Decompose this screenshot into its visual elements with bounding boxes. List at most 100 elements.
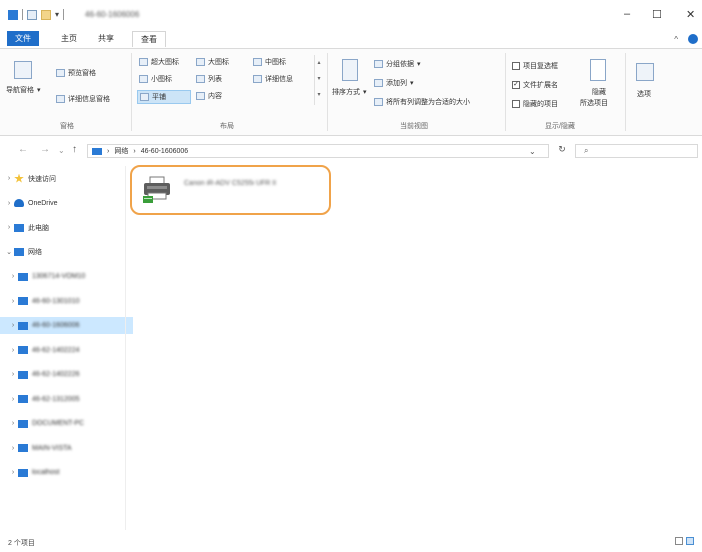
maximize-button[interactable]: ☐ xyxy=(652,8,662,21)
checkbox-icon xyxy=(512,62,520,70)
tab-share[interactable]: 共享 xyxy=(90,31,122,46)
sort-by-label: 排序方式 xyxy=(332,89,360,96)
ribbon: 导航窗格 ▾ 预览窗格 详细信息窗格 窗格 超大图标 大图标 中图标 小图标 列表… xyxy=(0,48,702,136)
tab-home[interactable]: 主页 xyxy=(53,31,85,46)
options-button[interactable]: 选项 xyxy=(637,89,651,99)
layout-medium-icons[interactable]: 中图标 xyxy=(253,57,286,67)
help-icon[interactable] xyxy=(688,34,698,44)
nav-tree-label: 46-60-1301010 xyxy=(32,297,80,305)
nav-tree-item[interactable]: › 46-60-1606006 xyxy=(0,317,133,334)
minimize-button[interactable]: – xyxy=(624,8,630,20)
back-button[interactable]: ← xyxy=(18,144,28,155)
network-icon xyxy=(92,147,102,155)
chevron-right-icon[interactable]: › xyxy=(4,224,14,231)
navigation-pane: › 快速访问 › OneDrive › 此电脑 ⌄ 网络 › 1306714-VOM10 › 46-6… xyxy=(0,170,133,530)
new-folder-icon[interactable] xyxy=(41,9,51,20)
close-button[interactable]: ✕ xyxy=(686,8,695,21)
chevron-right-icon[interactable]: › xyxy=(8,371,18,378)
nav-tree-item[interactable]: › 46-62-1312005 xyxy=(0,391,133,408)
preview-pane-button[interactable]: 预览窗格 xyxy=(56,68,96,78)
sort-by-button[interactable]: 排序方式 ▾ xyxy=(332,87,367,97)
qa-separator xyxy=(22,9,23,20)
explorer-icon xyxy=(8,9,18,20)
large-icons-view-icon[interactable] xyxy=(686,537,694,545)
size-all-columns-button[interactable]: 将所有列调整为合适的大小 xyxy=(374,97,470,107)
nav-tree-item[interactable]: › MAIN-VISTA xyxy=(0,440,133,457)
chevron-right-icon[interactable]: › xyxy=(8,347,18,354)
hide-selected-icon xyxy=(590,59,606,81)
window-title: 46-60-1606006 xyxy=(85,10,140,19)
layout-list[interactable]: 列表 xyxy=(196,74,222,84)
layout-tiles[interactable]: 平铺 xyxy=(137,90,191,104)
computer-icon xyxy=(18,395,28,403)
nav-tree-item[interactable]: › OneDrive xyxy=(0,195,129,212)
details-view-icon[interactable] xyxy=(675,537,683,545)
cloud-icon xyxy=(14,199,24,207)
layout-large-icons[interactable]: 大图标 xyxy=(196,57,229,67)
collapse-ribbon-icon[interactable]: ^ xyxy=(674,35,678,44)
forward-button[interactable]: → xyxy=(40,144,50,155)
layout-details[interactable]: 详细信息 xyxy=(253,74,293,84)
printer-item[interactable]: Canon iR-ADV C5255i UFR II xyxy=(140,174,300,206)
navigation-pane-button[interactable]: 导航窗格 ▾ xyxy=(6,85,41,95)
star-icon xyxy=(14,173,24,183)
address-bar[interactable]: › 网络 › 46-60-1606006 xyxy=(87,144,549,158)
layout-label: 平铺 xyxy=(152,94,166,101)
recent-locations-button[interactable]: ⌄ xyxy=(58,146,65,155)
properties-icon[interactable] xyxy=(27,9,37,20)
layout-group-label: 布局 xyxy=(220,123,234,130)
chevron-right-icon[interactable]: › xyxy=(8,445,18,452)
pane-divider[interactable] xyxy=(125,166,126,530)
layout-content[interactable]: 内容 xyxy=(196,91,222,101)
checkbox-checked-icon: ✓ xyxy=(512,81,520,89)
layout-label: 内容 xyxy=(208,93,222,100)
chevron-right-icon[interactable]: › xyxy=(8,273,18,280)
nav-tree-item[interactable]: › DOCUMENT-PC xyxy=(0,415,133,432)
layout-extra-large-icons[interactable]: 超大图标 xyxy=(139,57,179,67)
group-separator xyxy=(131,53,132,131)
nav-tree-item[interactable]: › 快速访问 xyxy=(0,170,129,187)
file-extensions-toggle[interactable]: ✓ 文件扩展名 xyxy=(512,80,558,90)
chevron-right-icon[interactable]: › xyxy=(8,420,18,427)
add-columns-button[interactable]: 添加列 ▾ xyxy=(374,78,414,88)
extra-large-icons-icon xyxy=(139,58,148,66)
chevron-right-icon[interactable]: › xyxy=(8,322,18,329)
nav-tree-label: 快速访问 xyxy=(28,175,56,183)
chevron-right-icon[interactable]: › xyxy=(8,396,18,403)
chevron-right-icon[interactable]: › xyxy=(8,469,18,476)
add-columns-label: 添加列 xyxy=(386,80,407,87)
chevron-down-icon[interactable]: ⌄ xyxy=(4,248,14,256)
item-checkboxes-toggle[interactable]: 项目复选框 xyxy=(512,61,558,71)
tab-view[interactable]: 查看 xyxy=(132,31,166,47)
sort-by-icon xyxy=(342,59,358,81)
chevron-right-icon[interactable]: › xyxy=(4,200,14,207)
breadcrumb-network[interactable]: 网络 xyxy=(114,146,128,156)
refresh-button[interactable]: ↻ xyxy=(553,144,571,158)
group-by-button[interactable]: 分组依据 ▾ xyxy=(374,59,421,69)
up-button[interactable]: ↑ xyxy=(72,144,77,155)
address-dropdown-button[interactable]: ⌄ xyxy=(529,147,536,156)
breadcrumb-computer[interactable]: 46-60-1606006 xyxy=(141,148,189,155)
hide-selected-button[interactable]: 隐藏 所选项目 xyxy=(580,87,608,108)
nav-tree-label: 46-62-1402224 xyxy=(32,346,80,354)
tab-file[interactable]: 文件 xyxy=(7,31,39,46)
layout-small-icons[interactable]: 小图标 xyxy=(139,74,172,84)
nav-tree-item[interactable]: › 1306714-VOM10 xyxy=(0,268,133,285)
nav-tree-item[interactable]: › 46-60-1301010 xyxy=(0,293,133,310)
hidden-items-toggle[interactable]: 隐藏的项目 xyxy=(512,99,558,109)
nav-tree-item[interactable]: ⌄ 网络 xyxy=(0,244,129,261)
nav-tree-item[interactable]: › 此电脑 xyxy=(0,219,129,236)
chevron-right-icon[interactable]: › xyxy=(8,298,18,305)
search-icon: ⌕ xyxy=(584,146,589,155)
nav-tree-item[interactable]: › 46-62-1402226 xyxy=(0,366,133,383)
nav-tree-item[interactable]: › 46-62-1402224 xyxy=(0,342,133,359)
search-input[interactable]: ⌕ xyxy=(575,144,698,158)
chevron-down-icon: ▾ xyxy=(363,89,367,96)
details-pane-icon xyxy=(56,95,65,103)
computer-icon xyxy=(18,370,28,379)
details-pane-button[interactable]: 详细信息窗格 xyxy=(56,94,110,104)
customize-qa-icon[interactable]: ▾ xyxy=(55,10,59,19)
nav-tree-item[interactable]: › localhost xyxy=(0,464,133,481)
layout-scroll[interactable]: ▴ ▾ ▾ xyxy=(314,55,323,105)
chevron-right-icon[interactable]: › xyxy=(4,175,14,182)
